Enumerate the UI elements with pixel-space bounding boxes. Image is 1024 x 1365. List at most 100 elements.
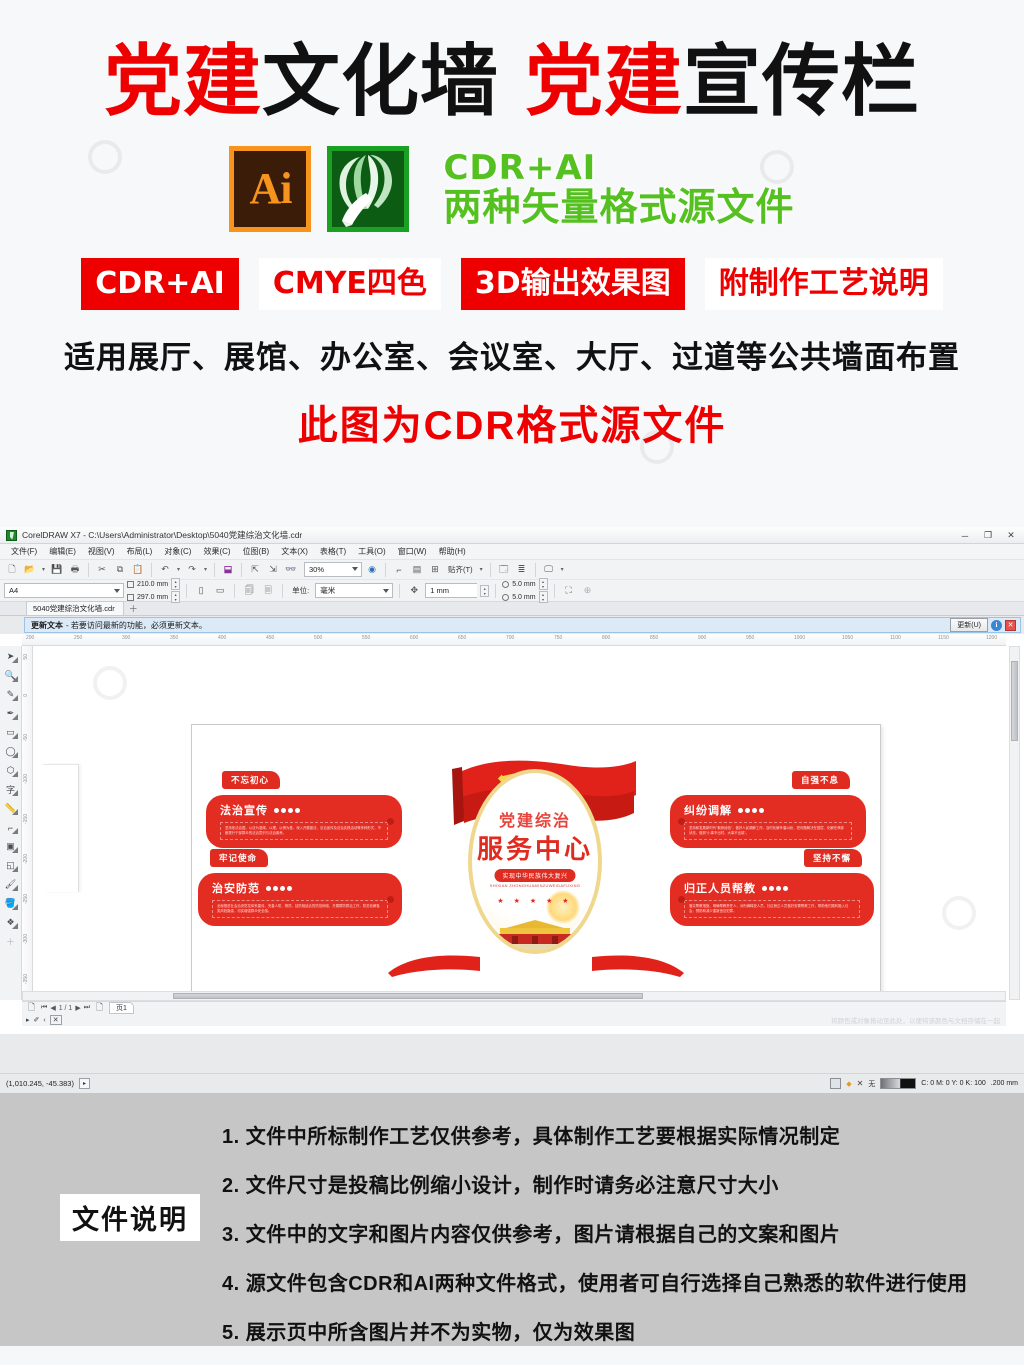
fill-color-icon[interactable]: ◆ (846, 1080, 851, 1088)
no-fill-icon[interactable]: ✕ (49, 1015, 62, 1025)
minimize-button[interactable]: ─ (954, 528, 976, 543)
height-spinner[interactable]: ▴ ▾ (171, 591, 181, 603)
menu-layout[interactable]: 布局(L) (121, 545, 159, 558)
close-button[interactable]: ✕ (1000, 528, 1022, 543)
first-page-icon[interactable]: ⏮ (41, 1004, 47, 1012)
application-launcher-icon[interactable]: 🖵 (541, 562, 557, 578)
rectangle-tool-icon[interactable]: ▭ (2, 724, 20, 741)
redo-chevron-icon[interactable]: ▾ (202, 566, 209, 573)
portrait-orientation-icon[interactable]: ▯ (193, 583, 209, 599)
smart-fill-tool-icon[interactable]: ✒ (2, 705, 20, 722)
copy-icon[interactable]: ⧉ (112, 562, 128, 578)
redo-icon[interactable]: ↷ (184, 562, 200, 578)
fullscreen-preview-icon[interactable]: ◉ (364, 562, 380, 578)
zoom-level-combo[interactable]: 30% (304, 562, 362, 577)
drawing-canvas[interactable]: 党建综治 服务中心 实现中华民族伟大复兴 SHIXIAN ZHONGHUAMIN… (33, 646, 1006, 1000)
zoom-dropdown-icon[interactable] (352, 567, 358, 571)
menu-file[interactable]: 文件(F) (5, 545, 43, 558)
page-width-row[interactable]: 210.0 mm ▴ ▾ (127, 578, 181, 590)
show-guides-icon[interactable]: ⊞ (427, 562, 443, 578)
menu-table[interactable]: 表格(T) (314, 545, 352, 558)
undo-chevron-icon[interactable]: ▾ (175, 566, 182, 573)
menu-bitmaps[interactable]: 位图(B) (237, 545, 276, 558)
open-document-icon[interactable]: 📂 (22, 562, 38, 578)
info-icon[interactable]: i (991, 619, 1002, 631)
duplicate-x-spinner[interactable]: ▴ ▾ (538, 578, 548, 590)
freehand-tool-icon[interactable]: ✎ (2, 686, 20, 703)
menu-effects[interactable]: 效果(C) (197, 545, 236, 558)
vertical-ruler[interactable]: 50 0 -50 -100 -150 -200 -250 -300 -350 (22, 646, 33, 1000)
add-page-left-icon[interactable]: 🗋 (26, 1002, 37, 1014)
export-icon[interactable]: ⇱ (247, 562, 263, 578)
page-size-combo[interactable]: A4 (4, 583, 124, 598)
vertical-scrollbar[interactable] (1009, 646, 1020, 1000)
page-size-dropdown-icon[interactable] (114, 589, 120, 593)
color-palette-icon[interactable] (830, 1078, 842, 1089)
snap-chevron-icon[interactable]: ▾ (478, 566, 485, 573)
tag-jianchibuxie[interactable]: 坚持不懈 (803, 849, 862, 867)
card-guizhengrenyuanbangjiao[interactable]: 归正人员帮教 落实帮教措施，明确帮教责任人，对刑满释放人员、社区矫正人员做好安置… (670, 873, 874, 927)
nudge-spinner[interactable]: ▴ ▾ (480, 584, 490, 597)
document-tab[interactable]: 5040党建综治文化墙.cdr (26, 601, 124, 615)
launcher-chevron-icon[interactable]: ▾ (559, 566, 566, 573)
paste-icon[interactable]: 📋 (130, 562, 146, 578)
edit-scale-icon[interactable]: ⛶ (561, 583, 577, 599)
restore-button[interactable]: ❐ (977, 528, 999, 543)
menu-edit[interactable]: 编辑(E) (43, 545, 82, 558)
nudge-offset-field[interactable]: 1 mm (425, 583, 478, 598)
add-page-icon[interactable]: ⊕ (580, 583, 596, 599)
interactive-fill-tool-icon[interactable]: ❖ (2, 914, 20, 931)
units-combo[interactable]: 毫米 (315, 583, 394, 598)
dimension-tool-icon[interactable]: 📏 (2, 800, 20, 817)
vertical-scroll-thumb[interactable] (1011, 661, 1018, 741)
menu-window[interactable]: 窗口(W) (392, 545, 433, 558)
tag-ziqiangbuxi[interactable]: 自强不息 (791, 771, 850, 789)
page-tab-1[interactable]: 页1 (109, 1002, 134, 1014)
units-dropdown-icon[interactable] (383, 589, 390, 593)
save-icon[interactable]: 💾 (49, 562, 65, 578)
menu-tools[interactable]: 工具(O) (352, 545, 392, 558)
add-page-right-icon[interactable]: 🗋 (94, 1002, 105, 1014)
duplicate-y-spinner[interactable]: ▴ ▾ (538, 591, 548, 603)
menu-text[interactable]: 文本(X) (275, 545, 314, 558)
tag-laojishiming[interactable]: 牢记使命 (210, 849, 269, 867)
new-tab-icon[interactable]: ＋ (124, 602, 143, 615)
show-grid-icon[interactable]: ▤ (409, 562, 425, 578)
shadow-tool-icon[interactable]: ▣ (2, 838, 20, 855)
color-eyedropper-tool-icon[interactable]: 🖌 (2, 876, 20, 893)
status-expand-icon[interactable]: ▸ (78, 1078, 90, 1089)
transparency-tool-icon[interactable]: ◱ (2, 857, 20, 874)
prev-page-icon[interactable]: ◀ (50, 1004, 55, 1012)
duplicate-x-row[interactable]: 5.0 mm ▴ ▾ (502, 578, 548, 590)
polygon-tool-icon[interactable]: ⬡ (2, 762, 20, 779)
pick-tool-icon[interactable]: ➤ (2, 648, 20, 665)
add-tool-icon[interactable]: ＋ (2, 933, 20, 950)
undo-icon[interactable]: ↶ (157, 562, 173, 578)
outline-swatch[interactable] (880, 1078, 917, 1089)
snap-to-label[interactable]: 贴齐(T) (445, 564, 476, 575)
update-button[interactable]: 更新(U) (950, 618, 988, 632)
text-tool-icon[interactable]: 字 (2, 781, 20, 798)
import-icon[interactable]: ⬓ (220, 562, 236, 578)
width-spinner[interactable]: ▴ ▾ (171, 578, 181, 590)
card-fazhixuanchuan[interactable]: 法治宣传 坚持依法治国，以法为准绳，以理、以情为基，深入开展普法、法治宣传及法治… (206, 795, 402, 849)
horizontal-scrollbar[interactable] (22, 991, 1006, 1001)
zoom-tool-icon[interactable]: 🔍 (2, 667, 20, 684)
landscape-orientation-icon[interactable]: ▭ (212, 583, 228, 599)
menu-view[interactable]: 视图(V) (82, 545, 121, 558)
options-icon[interactable]: 🗔 (496, 562, 512, 578)
corel-connect-icon[interactable]: 👓 (283, 562, 299, 578)
last-page-icon[interactable]: ⏭ (84, 1004, 90, 1012)
horizontal-ruler[interactable]: 200 250 300 350 400 450 500 550 600 650 … (22, 634, 1006, 646)
all-pages-icon[interactable]: 🗐 (241, 583, 257, 599)
new-document-icon[interactable]: 🗋 (4, 562, 20, 578)
print-icon[interactable]: 🖶 (67, 562, 83, 578)
fill-tool-icon[interactable]: 🪣 (2, 895, 20, 912)
menu-object[interactable]: 对象(C) (158, 545, 197, 558)
menu-help[interactable]: 帮助(H) (433, 545, 472, 558)
show-rulers-icon[interactable]: ⌐ (391, 562, 407, 578)
next-page-icon[interactable]: ▶ (75, 1004, 80, 1012)
object-manager-icon[interactable]: ≣ (514, 562, 530, 578)
publish-pdf-icon[interactable]: ⇲ (265, 562, 281, 578)
connector-tool-icon[interactable]: ⌐ (2, 819, 20, 836)
